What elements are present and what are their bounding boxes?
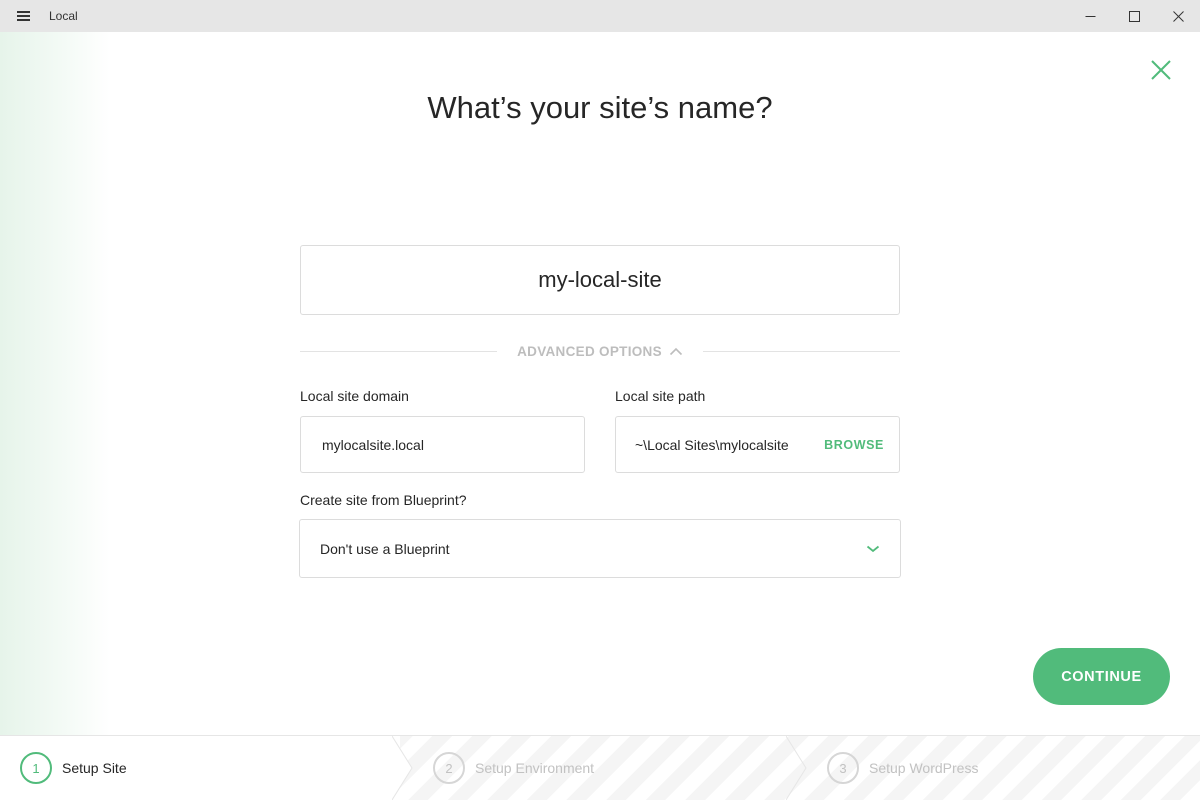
divider-line — [300, 350, 498, 352]
site-name-input[interactable] — [300, 245, 900, 315]
advanced-options-divider: ADVANCED OPTIONS — [300, 340, 900, 362]
step-label: Setup Site — [62, 760, 127, 776]
blueprint-selected-value: Don't use a Blueprint — [320, 540, 450, 557]
step-number: 3 — [827, 752, 859, 784]
divider-line — [702, 350, 900, 352]
close-window-icon[interactable] — [1156, 0, 1200, 32]
wizard-steps: 1 Setup Site 2 Setup Environment 3 Setup… — [0, 735, 1200, 800]
step-number: 1 — [20, 752, 52, 784]
maximize-icon[interactable] — [1112, 0, 1156, 32]
blueprint-select[interactable]: Don't use a Blueprint — [299, 519, 901, 578]
path-field-label: Local site path — [615, 388, 706, 404]
close-icon[interactable] — [1150, 59, 1172, 81]
advanced-options-toggle[interactable]: ADVANCED OPTIONS — [497, 344, 703, 359]
app-title: Local — [49, 9, 78, 23]
window-controls — [1068, 0, 1200, 32]
browse-button[interactable]: BROWSE — [824, 438, 884, 452]
step-number: 2 — [433, 752, 465, 784]
continue-button[interactable]: CONTINUE — [1033, 648, 1170, 705]
hamburger-icon[interactable] — [0, 0, 46, 32]
chevron-up-icon — [669, 347, 682, 355]
domain-field[interactable] — [300, 416, 585, 473]
step-setup-environment: 2 Setup Environment — [433, 736, 594, 800]
title-bar: Local — [0, 0, 1200, 32]
page-title: What’s your site’s name? — [427, 90, 773, 125]
advanced-options-label: ADVANCED OPTIONS — [517, 343, 662, 359]
step-label: Setup Environment — [475, 760, 595, 776]
domain-input[interactable] — [320, 435, 584, 454]
path-field[interactable]: ~\Local Sites\mylocalsite BROWSE — [615, 416, 900, 473]
step-divider — [786, 736, 807, 800]
blueprint-field-label: Create site from Blueprint? — [300, 492, 467, 508]
step-divider — [392, 736, 413, 800]
chevron-down-icon — [866, 545, 880, 552]
step-setup-site: 1 Setup Site — [20, 736, 127, 800]
step-label: Setup WordPress — [869, 760, 979, 776]
new-site-wizard: What’s your site’s name? ADVANCED OPTION… — [0, 32, 1200, 735]
path-value: ~\Local Sites\mylocalsite — [635, 436, 789, 453]
step-setup-wordpress: 3 Setup WordPress — [827, 736, 978, 800]
domain-field-label: Local site domain — [300, 388, 409, 404]
minimize-icon[interactable] — [1068, 0, 1112, 32]
